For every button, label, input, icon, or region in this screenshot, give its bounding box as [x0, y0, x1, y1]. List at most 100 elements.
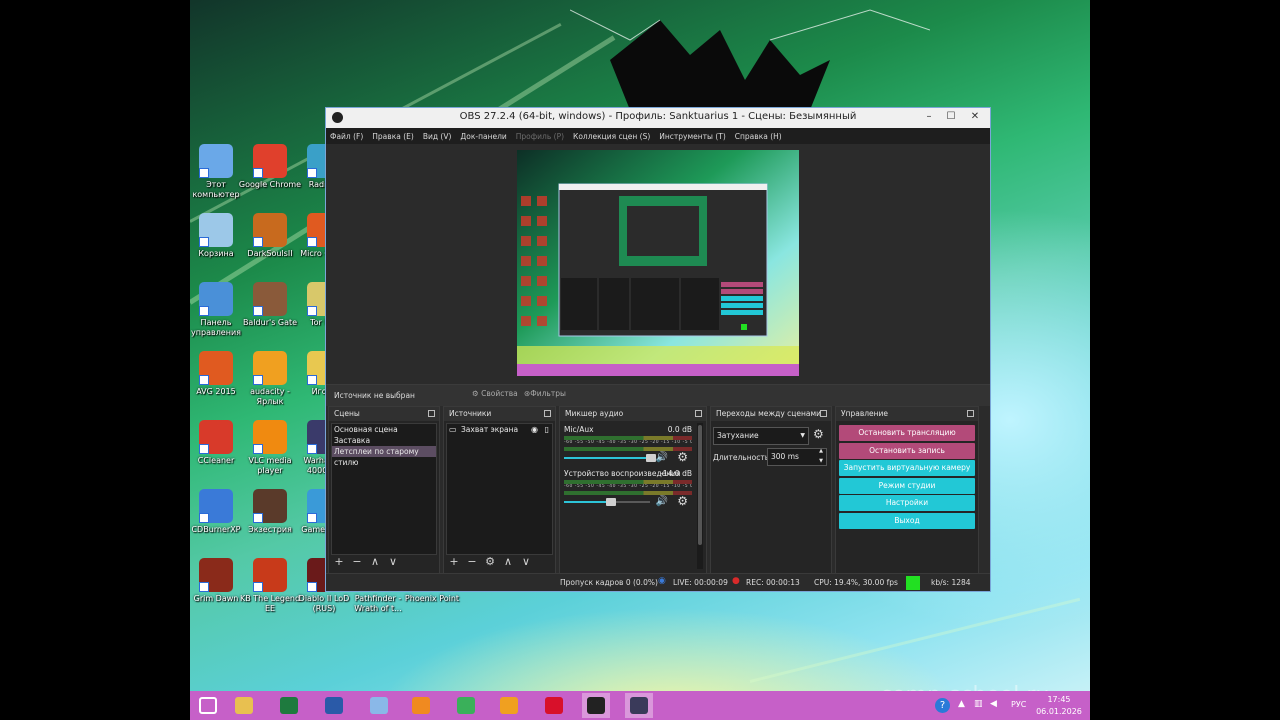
sources-toolbar: + − ⚙ ∧ ∨ [448, 556, 532, 570]
move-up-button[interactable]: ∧ [502, 556, 514, 570]
shortcut-arrow-icon [199, 237, 209, 247]
taskbar: ? ▲ ▥ ◀ РУС 17:45 06.01.2026 [190, 691, 1090, 720]
clock-date[interactable]: 06.01.2026 [1036, 707, 1082, 716]
transition-settings-icon[interactable]: ⚙ [813, 427, 824, 441]
start-button-icon [199, 697, 217, 714]
control-button[interactable]: Выход [839, 513, 975, 529]
maximize-button[interactable]: ☐ [940, 110, 962, 125]
spin-arrows-icon: ▲ ▼ [819, 448, 823, 464]
menu-item[interactable]: Инструменты (T) [659, 132, 726, 141]
file-explorer-taskbar-button[interactable] [230, 693, 258, 718]
games-app-taskbar-button[interactable] [452, 693, 480, 718]
status-bar: Пропуск кадров 0 (0.0%) ◉ LIVE: 00:00:09… [326, 573, 990, 591]
shortcut-arrow-icon [307, 168, 317, 178]
title-bar[interactable]: OBS 27.2.4 (64-bit, windows) - Профиль: … [326, 108, 990, 128]
paint-icon [370, 697, 388, 714]
remove-source-button[interactable]: − [466, 556, 478, 570]
shortcut-arrow-icon [253, 582, 263, 592]
remove-scene-button[interactable]: − [351, 556, 363, 570]
sources-dock: Источники ▭ Захват экрана ◉ ▯ + − ⚙ ∧ ∨ [443, 406, 556, 574]
filters-button[interactable]: ⊛Фильтры [524, 389, 566, 398]
lock-icon[interactable]: ▯ [545, 424, 549, 435]
menu-item[interactable]: Файл (F) [330, 132, 363, 141]
star-app-taskbar-button[interactable] [625, 693, 653, 718]
menu-item[interactable]: Вид (V) [423, 132, 452, 141]
move-down-button[interactable]: ∨ [387, 556, 399, 570]
shortcut-arrow-icon [253, 168, 263, 178]
media-player-taskbar-button[interactable] [407, 693, 435, 718]
source-item[interactable]: ▭ Захват экрана ◉ ▯ [447, 424, 552, 435]
obs-taskbar-button[interactable] [582, 693, 610, 718]
transition-select[interactable]: Затухание ▼ [713, 427, 809, 445]
app-icon [253, 282, 287, 316]
mixer-scrollbar[interactable] [697, 423, 703, 569]
slider-knob[interactable] [606, 498, 616, 506]
shortcut-arrow-icon [253, 375, 263, 385]
properties-label: Свойства [481, 389, 518, 398]
undock-icon[interactable] [544, 410, 551, 417]
shortcut-arrow-icon [253, 237, 263, 247]
start-button-taskbar-button[interactable] [194, 693, 222, 718]
add-source-button[interactable]: + [448, 556, 460, 570]
opera-taskbar-button[interactable] [540, 693, 568, 718]
minimize-button[interactable]: – [918, 110, 940, 125]
add-scene-button[interactable]: + [333, 556, 345, 570]
control-button[interactable]: Остановить трансляцию [839, 425, 975, 441]
menu-item[interactable]: Профиль (P) [516, 132, 564, 141]
move-down-button[interactable]: ∨ [520, 556, 532, 570]
scene-item[interactable]: Летсплеи по старому стилю [332, 446, 436, 467]
app-icon [199, 213, 233, 247]
tray-arrow-icon[interactable]: ▲ [958, 699, 965, 709]
eye-icon[interactable]: ◉ [531, 424, 538, 435]
control-button[interactable]: Запустить виртуальную камеру [839, 460, 975, 477]
duration-spinbox[interactable]: 300 ms ▲ ▼ [767, 448, 827, 466]
scene-item[interactable]: Заставка [332, 435, 436, 446]
volume-slider[interactable]: 🔊 ⚙ [564, 494, 692, 508]
control-button[interactable]: Остановить запись [839, 442, 975, 459]
undock-icon[interactable] [695, 410, 702, 417]
clock-time[interactable]: 17:45 [1039, 695, 1079, 704]
app-icon [253, 144, 287, 178]
window-title: OBS 27.2.4 (64-bit, windows) - Профиль: … [459, 111, 857, 122]
volume-meter [564, 491, 692, 495]
app-icon [253, 351, 287, 385]
avast-taskbar-button[interactable] [495, 693, 523, 718]
no-source-label: Источник не выбран [334, 391, 415, 400]
excel-taskbar-button[interactable] [275, 693, 303, 718]
language-indicator[interactable]: РУС [1011, 700, 1026, 709]
menu-item[interactable]: Правка (E) [372, 132, 414, 141]
mixer-channel: Устройство воспроизведения -14.0 dB -60 -5… [564, 469, 692, 508]
undock-icon[interactable] [428, 410, 435, 417]
network-icon[interactable]: ▥ [974, 699, 983, 709]
properties-button[interactable]: ⚙ Свойства [472, 389, 518, 398]
app-icon [199, 351, 233, 385]
undock-icon[interactable] [967, 410, 974, 417]
volume-icon[interactable]: ◀ [990, 699, 997, 709]
scene-item[interactable]: Основная сцена [332, 424, 436, 435]
menu-item[interactable]: Коллекция сцен (S) [573, 132, 650, 141]
menu-item[interactable]: Док-панели [460, 132, 506, 141]
preview-canvas[interactable] [517, 150, 799, 376]
word-taskbar-button[interactable] [320, 693, 348, 718]
speaker-icon[interactable]: 🔊 [656, 496, 668, 507]
volume-slider[interactable]: 🔊 ⚙ [564, 450, 692, 464]
speaker-icon[interactable]: 🔊 [656, 452, 668, 463]
file-explorer-icon [235, 697, 253, 714]
close-button[interactable]: ✕ [964, 110, 986, 125]
menu-item[interactable]: Справка (H) [735, 132, 782, 141]
control-button[interactable]: Настройки [839, 495, 975, 512]
paint-taskbar-button[interactable] [365, 693, 393, 718]
gear-icon[interactable]: ⚙ [677, 494, 688, 508]
rec-indicator-icon: ● [732, 576, 740, 586]
help-icon[interactable]: ? [935, 698, 950, 713]
scrollbar-thumb[interactable] [698, 425, 702, 545]
move-up-button[interactable]: ∧ [369, 556, 381, 570]
slider-knob[interactable] [646, 454, 656, 462]
shortcut-arrow-icon [253, 444, 263, 454]
control-button[interactable]: Режим студии [839, 477, 975, 494]
undock-icon[interactable] [820, 410, 827, 417]
source-settings-button[interactable]: ⚙ [484, 556, 496, 570]
obs-window[interactable]: OBS 27.2.4 (64-bit, windows) - Профиль: … [325, 107, 991, 592]
live-time: LIVE: 00:00:09 [673, 578, 728, 587]
gear-icon[interactable]: ⚙ [677, 450, 688, 464]
